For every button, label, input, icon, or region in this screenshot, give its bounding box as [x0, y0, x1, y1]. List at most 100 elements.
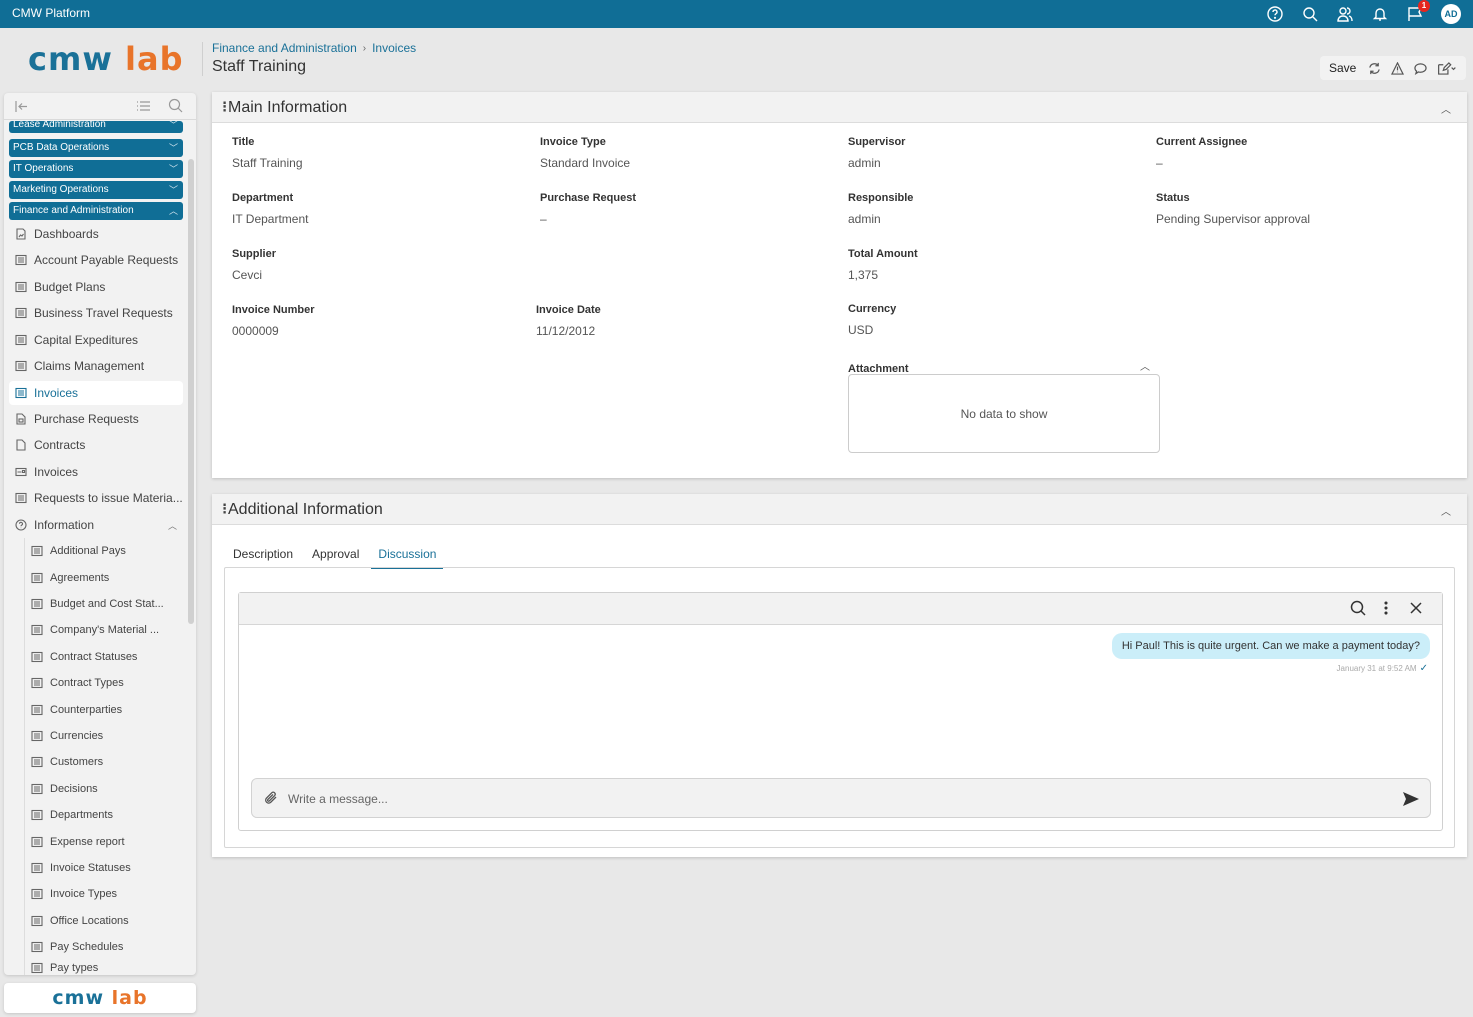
refresh-icon[interactable] — [1368, 62, 1381, 75]
sidebar-item-capital-expeditures[interactable]: Capital Expeditures — [9, 328, 183, 352]
sidebar-group-finance-and-administration[interactable]: Finance and Administration ︿ — [9, 202, 183, 220]
sidebar-subitem[interactable]: Decisions — [25, 777, 183, 801]
help-icon[interactable] — [1266, 5, 1284, 23]
chevron-down-icon: ﹀ — [168, 121, 178, 130]
sidebar-subitem[interactable]: Agreements — [25, 566, 183, 590]
sidebar-subitem[interactable]: Contract Statuses — [25, 645, 183, 669]
collapse-sidebar-icon[interactable] — [14, 99, 29, 117]
sidebar-subitem[interactable]: Invoice Types — [25, 882, 183, 906]
list-icon — [31, 756, 43, 768]
topbar-icons: 1 AD — [1266, 0, 1461, 28]
list-icon — [31, 941, 43, 953]
field-supervisor: Supervisor admin — [848, 136, 905, 170]
sidebar: Lease Administration ﹀ PCB Data Operation… — [4, 93, 196, 975]
search-icon[interactable] — [1301, 5, 1319, 23]
sidebar-subitem[interactable]: Budget and Cost Stat... — [25, 592, 183, 616]
sidebar-subitem[interactable]: Currencies — [25, 724, 183, 748]
warning-icon[interactable] — [1391, 61, 1405, 75]
sidebar-subitem[interactable]: Office Locations — [25, 909, 183, 933]
sidebar-subitem[interactable]: Expense report — [25, 830, 183, 854]
more-options-icon[interactable] — [1378, 600, 1394, 619]
tab-discussion[interactable]: Discussion — [371, 543, 444, 569]
sidebar-item-account-payable-requests[interactable]: Account Payable Requests — [9, 248, 183, 272]
additional-information-panel: ⋮ Additional Information ︿ Description A… — [212, 494, 1467, 857]
send-icon[interactable] — [1402, 790, 1420, 811]
sidebar-subitem[interactable]: Company's Material ... — [25, 618, 183, 642]
item-label: Dashboards — [34, 227, 99, 241]
save-button[interactable]: Save — [1329, 61, 1356, 75]
close-icon[interactable] — [1408, 600, 1424, 619]
field-label: Invoice Date — [536, 304, 601, 316]
sidebar-item-invoices[interactable]: Invoices — [9, 381, 183, 405]
chevron-up-icon[interactable]: ︿ — [1441, 101, 1451, 116]
sidebar-subitem[interactable]: Additional Pays — [25, 539, 183, 563]
item-label: Claims Management — [34, 359, 145, 373]
logo-cmw: cmw — [52, 987, 105, 1009]
timestamp-text: January 31 at 9:52 AM — [1336, 664, 1417, 673]
message-bubble: Hi Paul! This is quite urgent. Can we ma… — [1111, 633, 1430, 659]
sidebar-subitem[interactable]: Counterparties — [25, 698, 183, 722]
sidebar-group-lease-administration[interactable]: Lease Administration ﹀ — [9, 121, 183, 133]
flag-icon[interactable]: 1 — [1406, 0, 1430, 23]
tab-description[interactable]: Description — [226, 543, 300, 569]
breadcrumb-item[interactable]: Invoices — [372, 41, 416, 55]
panel-title: Additional Information — [228, 501, 383, 518]
bell-icon[interactable] — [1371, 5, 1389, 23]
breadcrumb-item[interactable]: Finance and Administration — [212, 41, 357, 55]
sidebar-group-marketing-operations[interactable]: Marketing Operations ﹀ — [9, 181, 183, 199]
sidebar-subitem[interactable]: Contract Types — [25, 671, 183, 695]
sidebar-subitem[interactable]: Pay types — [25, 962, 183, 975]
avatar[interactable]: AD — [1441, 4, 1461, 24]
users-icon[interactable] — [1336, 5, 1354, 23]
item-label: Contracts — [34, 438, 86, 452]
sidebar-item-business-travel-requests[interactable]: Business Travel Requests — [9, 301, 183, 325]
panel-header[interactable]: ⋮ Main Information ︿ — [212, 92, 1467, 123]
sidebar-item-requests-to-issue-materials[interactable]: Requests to issue Materia... — [9, 486, 183, 510]
list-icon — [31, 730, 43, 742]
subitem-label: Pay types — [50, 962, 99, 974]
sidebar-item-information[interactable]: Information ︿ — [9, 513, 183, 537]
sidebar-subitem[interactable]: Pay Schedules — [25, 935, 183, 959]
panel-header[interactable]: ⋮ Additional Information ︿ — [212, 494, 1467, 525]
search-icon[interactable] — [1350, 600, 1366, 619]
sidebar-search-icon[interactable] — [168, 98, 183, 116]
sidebar-group-pcb-data-operations[interactable]: PCB Data Operations ﹀ — [9, 139, 183, 157]
item-label: Account Payable Requests — [34, 253, 179, 267]
edit-dropdown-icon[interactable] — [1437, 61, 1457, 75]
sidebar-group-it-operations[interactable]: IT Operations ﹀ — [9, 160, 183, 178]
sidebar-item-budget-plans[interactable]: Budget Plans — [9, 275, 183, 299]
chevron-up-icon[interactable]: ︿ — [1140, 358, 1150, 373]
message-input[interactable] — [288, 789, 1368, 809]
list-icon — [31, 704, 43, 716]
sidebar-item-purchase-requests[interactable]: Purchase Requests — [9, 407, 183, 431]
dashboard-icon — [16, 228, 26, 240]
item-label: Requests to issue Materia... — [34, 491, 183, 505]
chevron-down-icon: ﹀ — [168, 164, 178, 174]
field-label: Supplier — [232, 248, 277, 260]
attachment-box[interactable]: No data to show — [848, 374, 1160, 453]
item-label: Information — [34, 518, 95, 532]
chevron-down-icon: ﹀ — [168, 185, 178, 195]
sidebar-item-contracts[interactable]: Contracts — [9, 433, 183, 457]
attach-icon[interactable] — [263, 790, 279, 809]
tab-approval[interactable]: Approval — [305, 543, 366, 569]
comment-icon[interactable] — [1414, 62, 1428, 75]
list-icon — [31, 836, 43, 848]
sidebar-scrollbar[interactable] — [188, 159, 194, 624]
list-icon — [31, 962, 43, 974]
subitem-label: Additional Pays — [50, 545, 126, 557]
item-label: Business Travel Requests — [34, 306, 173, 320]
sidebar-subitem[interactable]: Customers — [25, 750, 183, 774]
sidebar-item-dashboards[interactable]: Dashboards — [9, 222, 183, 246]
field-label: Currency — [848, 303, 897, 315]
logo[interactable]: cmw lab — [28, 40, 183, 78]
chevron-up-icon[interactable]: ︿ — [1441, 503, 1451, 518]
field-label: Department — [232, 192, 294, 204]
sidebar-item-claims-management[interactable]: Claims Management — [9, 354, 183, 378]
list-icon — [31, 915, 43, 927]
sidebar-subitem[interactable]: Departments — [25, 803, 183, 827]
sidebar-item-invoices-2[interactable]: Invoices — [9, 460, 183, 484]
sidebar-subitem[interactable]: Invoice Statuses — [25, 856, 183, 880]
field-value: IT Department — [232, 212, 309, 226]
list-view-icon[interactable] — [136, 99, 151, 117]
